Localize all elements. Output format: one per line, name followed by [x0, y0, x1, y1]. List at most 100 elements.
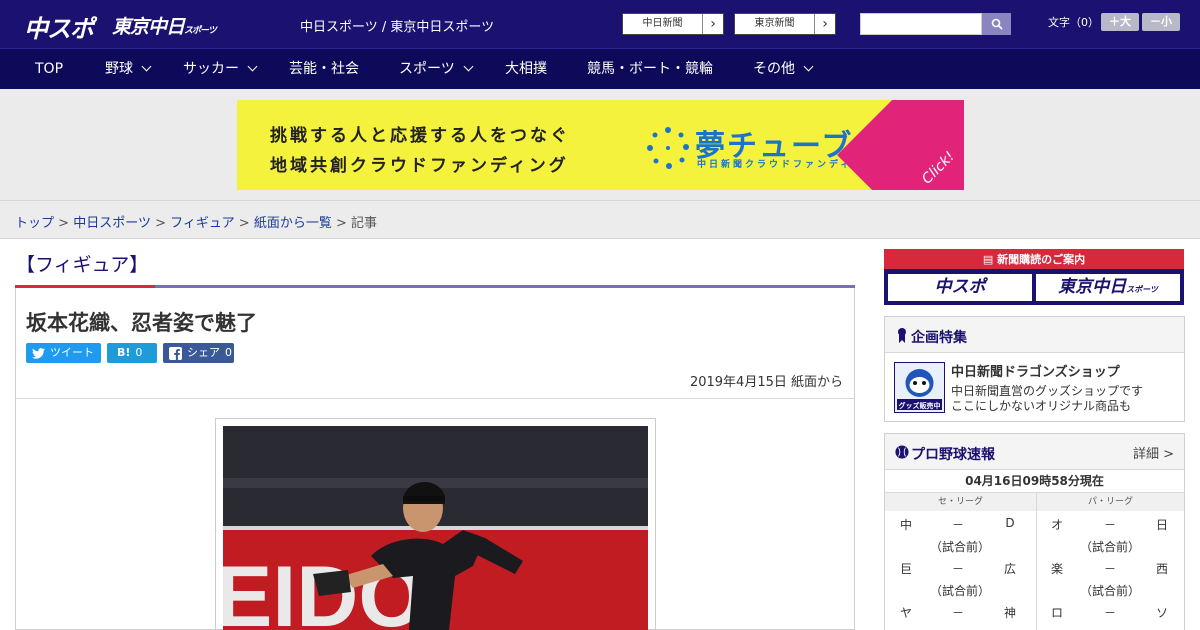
game-score-sep: －	[951, 606, 964, 620]
game-status[interactable]: （試合前）	[910, 582, 1010, 599]
nav-label: 大相撲	[505, 61, 547, 77]
font-size-label: 文字（0）	[1048, 16, 1099, 29]
chevron-down-icon	[463, 61, 474, 72]
nav-label: 芸能・社会	[289, 61, 359, 77]
facebook-share-count: 0	[225, 346, 232, 359]
game-score-sep: －	[1103, 518, 1116, 532]
baseball-icon	[895, 445, 909, 459]
article-dateline: 2019年4月15日 紙面から	[689, 375, 843, 390]
shop-image-label: グッズ販売中	[899, 401, 941, 410]
baseball-score-title: プロ野球速報	[911, 447, 995, 463]
special-feature-header: 企画特集	[885, 317, 1184, 353]
game-home-team: 巨	[899, 562, 912, 576]
tokyo-shimbun-link[interactable]: 東京新聞 ›	[734, 13, 836, 35]
subscription-title-text: 新聞購読のご案内	[997, 253, 1086, 266]
nav-item-sports[interactable]: スポーツ	[399, 49, 474, 90]
subscribe-chuspo-button[interactable]: 中スポ	[888, 274, 1032, 301]
article-category: 【フィギュア】	[16, 254, 149, 276]
game-status[interactable]: （試合前）	[1060, 582, 1160, 599]
search-input[interactable]	[860, 13, 982, 35]
nav-item-racing[interactable]: 競馬・ボート・競輪	[587, 49, 713, 90]
game-away-team: D	[1005, 516, 1015, 530]
special-feature-title: 企画特集	[911, 330, 967, 346]
font-larger-button[interactable]: ＋大	[1101, 13, 1139, 31]
nav-label: その他	[753, 61, 795, 77]
score-updated-time: 04月16日09時58分現在	[884, 469, 1185, 493]
chevron-down-icon	[247, 61, 258, 72]
game-away-team: 西	[1155, 562, 1168, 576]
tokyo-shimbun-label: 東京新聞	[735, 14, 815, 34]
facebook-share-label: シェア	[187, 346, 220, 359]
tokyo-logo-small: スポーツ	[184, 26, 217, 36]
breadcrumb-separator: >	[335, 216, 347, 231]
newspaper-icon: ▤	[982, 253, 998, 266]
twitter-bird-icon	[32, 347, 45, 359]
nav-item-top[interactable]: TOP	[35, 49, 63, 90]
baseball-detail-link[interactable]: 詳細 >	[1133, 443, 1174, 462]
crowdfunding-banner[interactable]: 挑戦する人と応援する人をつなぐ 地域共創クラウドファンディング 夢チューブ 中日…	[237, 100, 964, 190]
central-league-header: セ・リーグ	[885, 493, 1036, 511]
breadcrumb-chunichi-sports[interactable]: 中日スポーツ	[73, 216, 151, 231]
hatena-icon: B!	[117, 346, 131, 359]
game-home-team: オ	[1050, 518, 1063, 532]
breadcrumb: トップ > 中日スポーツ > フィギュア > 紙面から一覧 > 記事	[15, 212, 377, 231]
pacific-league-header: パ・リーグ	[1037, 493, 1184, 511]
nav-item-entertainment[interactable]: 芸能・社会	[289, 49, 359, 90]
tweet-button[interactable]: ツイート	[26, 343, 101, 363]
mascot-icon: グッズ販売中	[897, 369, 942, 410]
facebook-icon	[169, 346, 182, 360]
banner-area: 挑戦する人と応援する人をつなぐ 地域共創クラウドファンディング 夢チューブ 中日…	[0, 89, 1200, 200]
game-score-sep: －	[1103, 606, 1116, 620]
font-smaller-button[interactable]: －小	[1142, 13, 1180, 31]
dragons-shop-thumbnail[interactable]: グッズ販売中	[894, 362, 945, 413]
nav-item-others[interactable]: その他	[753, 49, 814, 90]
tweet-label: ツイート	[50, 346, 94, 359]
nav-item-soccer[interactable]: サッカー	[183, 49, 258, 90]
breadcrumb-paper-list[interactable]: 紙面から一覧	[254, 216, 332, 231]
game-status[interactable]: （試合前）	[1060, 538, 1160, 555]
search-icon	[991, 18, 1003, 30]
nav-label: サッカー	[183, 61, 239, 77]
game-away-team: 神	[1003, 606, 1016, 620]
game-away-team: ソ	[1155, 606, 1168, 620]
nav-label: 野球	[105, 61, 133, 77]
breadcrumb-separator: >	[58, 216, 70, 231]
league-divider	[1036, 493, 1037, 630]
breadcrumb-top[interactable]: トップ	[15, 216, 54, 231]
game-status[interactable]: （試合前）	[910, 538, 1010, 555]
main-nav: TOP 野球 サッカー 芸能・社会 スポーツ 大相撲 競馬・ボート・競輪 その他	[0, 48, 1200, 89]
article-divider	[16, 398, 854, 399]
hatena-bookmark-button[interactable]: B! 0	[107, 343, 157, 363]
nav-label: 競馬・ボート・競輪	[587, 61, 713, 77]
dragons-shop-name[interactable]: 中日新聞ドラゴンズショップ	[951, 361, 1120, 380]
subscribe-tokyo-small: スポーツ	[1126, 285, 1158, 294]
nav-item-sumo[interactable]: 大相撲	[505, 49, 547, 90]
breadcrumb-current: 記事	[351, 216, 378, 231]
nav-label: スポーツ	[399, 61, 455, 77]
shop-description-2: ここにしかないオリジナル商品も	[951, 399, 1132, 413]
breadcrumb-separator: >	[155, 216, 166, 231]
skater-photo-illustration: EIDO	[223, 426, 648, 630]
breadcrumb-figure[interactable]: フィギュア	[170, 216, 234, 231]
nav-label: TOP	[35, 61, 64, 77]
banner-line-2: 地域共創クラウドファンディング	[270, 156, 569, 176]
chevron-right-icon: ›	[710, 16, 716, 32]
tokyo-chunichi-logo[interactable]: 東京中日スポーツ	[112, 12, 217, 39]
game-home-team: ヤ	[899, 606, 912, 620]
search-button[interactable]	[982, 13, 1011, 35]
nav-item-baseball[interactable]: 野球	[105, 49, 152, 90]
site-header: 中スポ 東京中日スポーツ 中日スポーツ / 東京中日スポーツ 中日新聞 › 東京…	[0, 0, 1200, 48]
chunichi-shimbun-link[interactable]: 中日新聞 ›	[622, 13, 724, 35]
breadcrumb-bar: トップ > 中日スポーツ > フィギュア > 紙面から一覧 > 記事	[0, 200, 1200, 239]
baseball-score-header: プロ野球速報 詳細 >	[885, 434, 1184, 470]
subscribe-tokyo-chunichi-button[interactable]: 東京中日スポーツ	[1036, 274, 1180, 301]
article-photo[interactable]: EIDO	[223, 426, 648, 630]
ribbon-icon	[898, 328, 906, 343]
chunichi-shimbun-label: 中日新聞	[623, 14, 703, 34]
game-score-sep: －	[1103, 562, 1116, 576]
chevron-right-icon: ›	[822, 16, 828, 32]
game-score-sep: －	[951, 518, 964, 532]
chuspo-logo[interactable]: 中スポ	[24, 9, 94, 44]
game-away-team: 日	[1155, 518, 1168, 532]
facebook-share-button[interactable]: シェア 0	[163, 343, 234, 363]
